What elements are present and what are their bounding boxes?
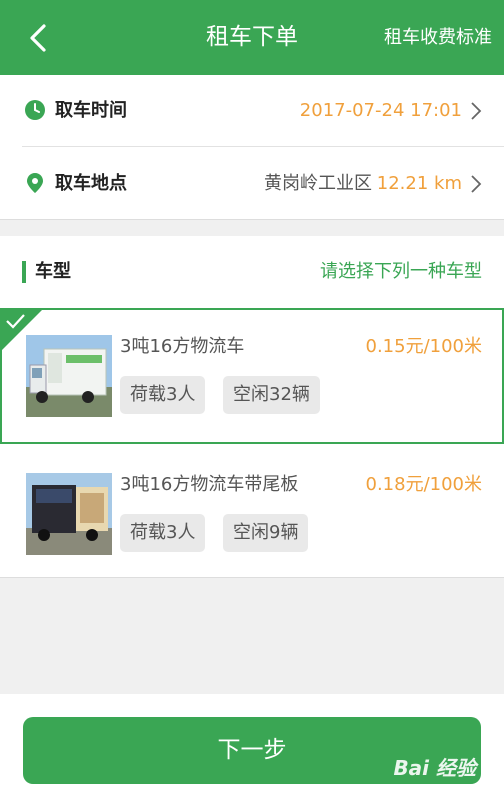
pickup-location-label: 取车地点 bbox=[55, 173, 127, 194]
pickup-time-label: 取车时间 bbox=[55, 100, 127, 121]
vehicle-image bbox=[26, 473, 112, 555]
capacity-tag: 荷载3人 bbox=[120, 376, 206, 414]
pickup-time-value: 2017-07-24 17:01 bbox=[299, 100, 462, 121]
availability-tag: 空闲9辆 bbox=[223, 514, 309, 552]
pickup-time-row[interactable]: 取车时间 2017-07-24 17:01 bbox=[22, 75, 504, 147]
chevron-right-icon bbox=[471, 175, 482, 193]
checkmark-icon bbox=[6, 314, 25, 329]
capacity-tag: 荷载3人 bbox=[120, 514, 206, 552]
pickup-info-card: 取车时间 2017-07-24 17:01 取车地点 黄岗岭工业区 12.21 … bbox=[0, 75, 504, 220]
location-pin-icon bbox=[27, 173, 43, 193]
vehicle-image bbox=[26, 335, 112, 417]
section-accent-bar bbox=[22, 261, 26, 283]
pickup-location-row[interactable]: 取车地点 黄岗岭工业区 12.21 km bbox=[0, 148, 504, 220]
vehicle-type-hint: 请选择下列一种车型 bbox=[320, 261, 482, 282]
clock-icon bbox=[25, 100, 45, 120]
chevron-right-icon bbox=[471, 102, 482, 120]
vehicle-price: 0.18元/100米 bbox=[365, 474, 483, 495]
vehicle-option[interactable]: 3吨16方物流车带尾板 0.18元/100米 荷载3人 空闲9辆 bbox=[0, 445, 504, 581]
vehicle-price: 0.15元/100米 bbox=[365, 336, 483, 357]
pickup-location-name: 黄岗岭工业区 bbox=[264, 173, 372, 194]
vehicle-name: 3吨16方物流车 bbox=[120, 336, 245, 357]
vehicle-option-selected[interactable]: 3吨16方物流车 0.15元/100米 荷载3人 空闲32辆 bbox=[0, 308, 504, 444]
vehicle-type-card: 车型 请选择下列一种车型 3吨16方物流车 0.15元/100米 荷载3人 空闲… bbox=[0, 236, 504, 578]
fee-standard-link[interactable]: 租车收费标准 bbox=[384, 0, 492, 75]
vehicle-type-header: 车型 请选择下列一种车型 bbox=[0, 236, 504, 307]
availability-tag: 空闲32辆 bbox=[223, 376, 320, 414]
vehicle-name: 3吨16方物流车带尾板 bbox=[120, 474, 299, 495]
vehicle-type-title: 车型 bbox=[35, 261, 71, 282]
watermark-text: Bai 经验 bbox=[393, 756, 476, 780]
pickup-location-distance: 12.21 km bbox=[376, 173, 462, 194]
app-header: 租车下单 租车收费标准 bbox=[0, 0, 504, 75]
